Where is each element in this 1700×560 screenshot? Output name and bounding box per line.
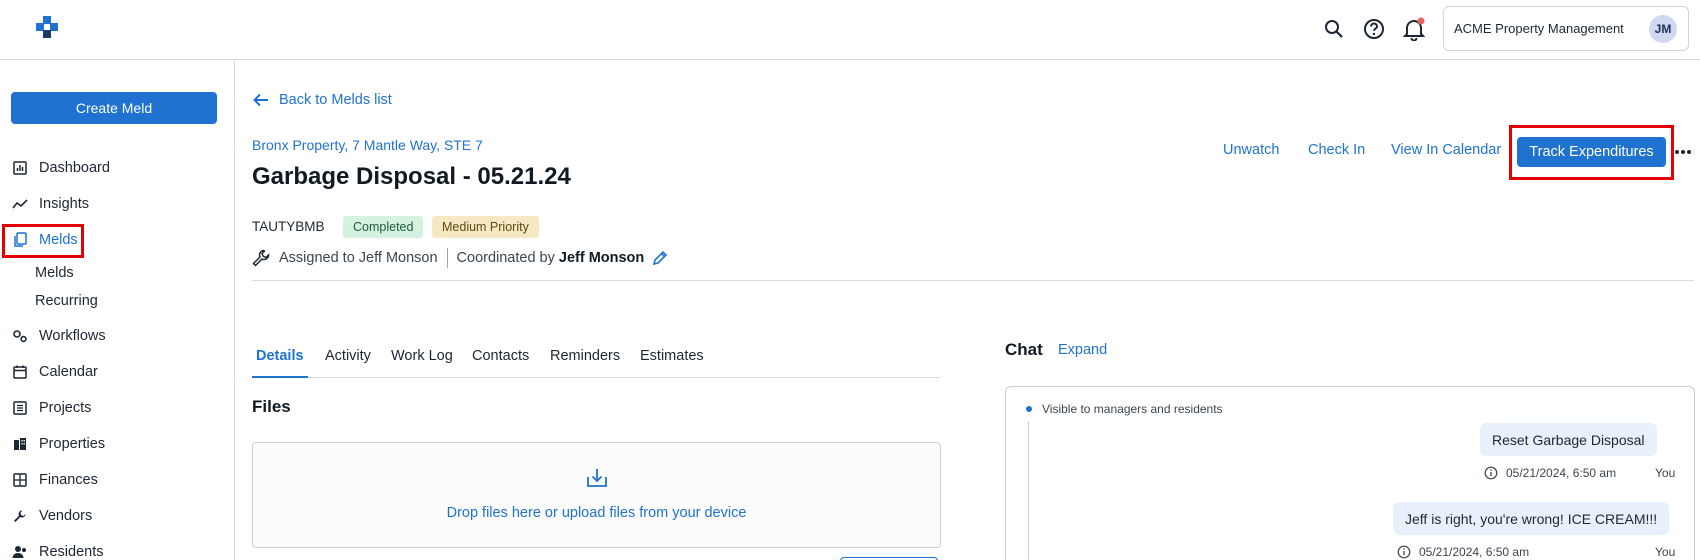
sidebar-item-label: Calendar — [39, 364, 98, 380]
files-heading: Files — [252, 397, 291, 416]
insights-icon — [12, 196, 28, 212]
tab-contacts[interactable]: Contacts — [472, 348, 529, 378]
more-options-icon[interactable] — [1674, 143, 1692, 161]
status-badge: Completed — [343, 216, 424, 238]
chat-message-time: 05/21/2024, 6:50 am — [1419, 545, 1530, 559]
assigned-to-text: Assigned to Jeff Monson — [279, 250, 438, 266]
tab-estimates[interactable]: Estimates — [640, 348, 704, 378]
sidebar-item-label: Finances — [39, 472, 98, 488]
sidebar-item-label: Dashboard — [39, 160, 110, 176]
top-bar: ACME Property Management JM — [0, 0, 1700, 60]
sidebar-item-label: Projects — [39, 400, 92, 416]
divider — [446, 248, 448, 268]
sidebar-item-insights[interactable]: Insights — [12, 192, 89, 216]
check-in-button[interactable]: Check In — [1308, 142, 1365, 158]
assignment-row: Assigned to Jeff Monson Coordinated by J… — [252, 248, 668, 268]
create-meld-button[interactable]: Create Meld — [11, 92, 217, 124]
info-icon[interactable] — [1397, 545, 1411, 559]
meld-id: TAUTYBMB — [252, 219, 325, 234]
page-title: Garbage Disposal - 05.21.24 — [252, 163, 571, 190]
sidebar-item-label: Vendors — [39, 508, 93, 524]
sidebar-item-calendar[interactable]: Calendar — [12, 360, 98, 384]
track-expenditures-highlight-box — [1509, 125, 1674, 180]
properties-icon — [12, 436, 28, 452]
chat-message-time: 05/21/2024, 6:50 am — [1506, 466, 1617, 480]
wrench-icon — [252, 249, 270, 267]
dashboard-icon — [12, 160, 28, 176]
visibility-dot — [1026, 406, 1032, 412]
tab-work-log[interactable]: Work Log — [391, 348, 453, 378]
chat-message-meta: 05/21/2024, 6:50 am You — [1397, 545, 1676, 559]
workflows-icon — [12, 328, 28, 344]
drop-files-text[interactable]: Drop files here or upload files from you… — [253, 505, 940, 521]
melds-highlight-box — [2, 224, 84, 258]
help-icon[interactable] — [1361, 16, 1387, 42]
details-tabs: Details Activity Work Log Contacts Remin… — [252, 348, 940, 378]
priority-badge: Medium Priority — [432, 216, 539, 238]
upload-icon — [585, 467, 609, 494]
info-icon[interactable] — [1484, 466, 1498, 480]
chat-heading: Chat — [1005, 340, 1043, 359]
view-in-calendar-button[interactable]: View In Calendar — [1391, 142, 1501, 158]
notifications-bell-icon[interactable] — [1401, 16, 1427, 42]
chat-message-author: You — [1655, 545, 1676, 559]
coordinator-name: Jeff Monson — [558, 250, 645, 266]
projects-icon — [12, 400, 28, 416]
vendors-icon — [12, 508, 28, 524]
property-breadcrumb-link[interactable]: Bronx Property, 7 Mantle Way, STE 7 — [252, 137, 483, 153]
tab-reminders[interactable]: Reminders — [550, 348, 620, 378]
chat-panel: Visible to managers and residents Reset … — [1005, 386, 1695, 560]
chat-message-bubble: Reset Garbage Disposal — [1480, 423, 1657, 456]
sidebar-item-residents[interactable]: Residents — [12, 540, 103, 560]
sidebar-item-workflows[interactable]: Workflows — [12, 324, 106, 348]
sidebar-item-label: Workflows — [39, 328, 106, 344]
chat-visibility-row: Visible to managers and residents — [1026, 402, 1223, 416]
sidebar-item-properties[interactable]: Properties — [12, 432, 105, 456]
arrow-left-icon — [253, 93, 269, 107]
avatar[interactable]: JM — [1649, 15, 1677, 43]
organization-name: ACME Property Management — [1454, 21, 1624, 36]
finances-icon — [12, 472, 28, 488]
back-to-melds-link[interactable]: Back to Melds list — [253, 92, 392, 108]
chat-message-bubble: Jeff is right, you're wrong! ICE CREAM!!… — [1393, 502, 1670, 535]
chat-expand-link[interactable]: Expand — [1058, 342, 1107, 358]
thread-line — [1028, 421, 1029, 560]
sidebar-subitem-melds[interactable]: Melds — [35, 265, 74, 281]
header-divider — [252, 280, 1694, 281]
sidebar-item-dashboard[interactable]: Dashboard — [12, 156, 110, 180]
coordinated-by-label: Coordinated by — [456, 250, 555, 266]
sidebar-item-label: Insights — [39, 196, 89, 212]
back-link-label: Back to Melds list — [279, 92, 392, 108]
chat-message-author: You — [1655, 466, 1676, 480]
app-logo-icon[interactable] — [36, 16, 58, 38]
chat-message-meta: 05/21/2024, 6:50 am You — [1484, 466, 1676, 480]
edit-pencil-icon[interactable] — [652, 250, 668, 266]
sidebar-subitem-recurring[interactable]: Recurring — [35, 293, 98, 309]
file-drop-zone[interactable]: Drop files here or upload files from you… — [252, 442, 941, 548]
sidebar-item-vendors[interactable]: Vendors — [12, 504, 92, 528]
residents-icon — [12, 544, 28, 560]
sidebar-item-label: Residents — [39, 544, 104, 560]
unwatch-button[interactable]: Unwatch — [1223, 142, 1279, 158]
tab-details[interactable]: Details — [252, 348, 308, 378]
visibility-text: Visible to managers and residents — [1042, 402, 1223, 416]
organization-switcher[interactable]: ACME Property Management JM — [1443, 6, 1689, 51]
sidebar-item-label: Properties — [39, 436, 106, 452]
sidebar-item-projects[interactable]: Projects — [12, 396, 91, 420]
calendar-icon — [12, 364, 28, 380]
sidebar-item-finances[interactable]: Finances — [12, 468, 98, 492]
tab-activity[interactable]: Activity — [325, 348, 371, 378]
search-icon[interactable] — [1321, 16, 1347, 42]
